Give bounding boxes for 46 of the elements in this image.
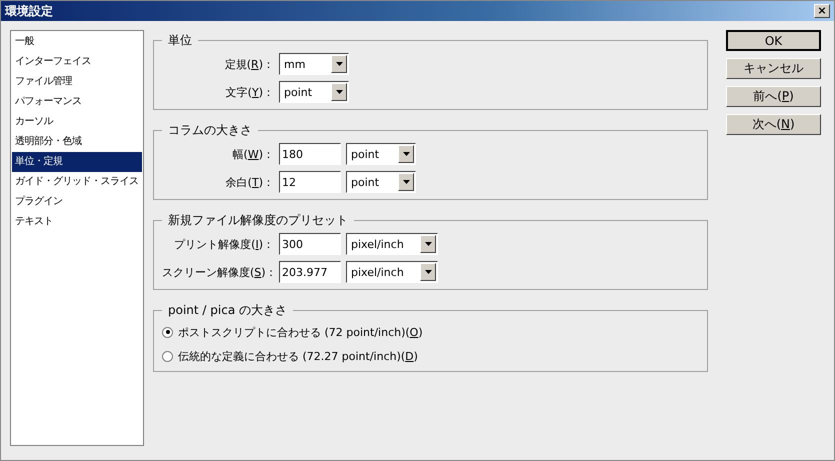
dialog-button[interactable]: 前へ(P) <box>726 86 821 107</box>
dropdown[interactable]: point <box>279 81 349 103</box>
category-item[interactable]: 一般 <box>12 32 142 52</box>
dropdown[interactable]: point <box>346 171 416 193</box>
category-item[interactable]: インターフェイス <box>12 52 142 72</box>
category-item[interactable]: テキスト <box>12 212 142 232</box>
input-field[interactable]: 12 <box>279 171 341 193</box>
input-field[interactable]: 300 <box>279 233 341 255</box>
group-title: コラムの大きさ <box>167 122 253 139</box>
category-item[interactable]: ファイル管理 <box>12 72 142 92</box>
dropdown[interactable]: mm <box>279 53 349 75</box>
caret-icon <box>420 263 436 281</box>
category-item[interactable]: ガイド・グリッド・スライス <box>12 172 142 192</box>
caret-icon <box>331 83 347 101</box>
input-field[interactable]: 180 <box>279 143 341 165</box>
caret-icon <box>420 235 436 253</box>
field-label: プリント解像度(I)： <box>173 236 274 252</box>
dropdown[interactable]: point <box>346 143 416 165</box>
dialog-button[interactable]: OK <box>726 30 821 51</box>
caret-icon <box>398 173 414 191</box>
field-label: 文字(Y)： <box>224 84 274 100</box>
radio-label: ポストスクリプトに合わせる (72 point/inch)(O) <box>178 324 423 340</box>
input-field[interactable]: 203.977 <box>279 261 341 283</box>
category-item[interactable]: パフォーマンス <box>12 92 142 112</box>
field-label: 定規(R)： <box>224 56 274 72</box>
dialog-button[interactable]: キャンセル <box>726 58 821 79</box>
group-title: 単位 <box>167 32 193 49</box>
group-title: 新規ファイル解像度のプリセット <box>167 212 349 229</box>
field-label: 余白(T)： <box>224 174 274 190</box>
field-label: 幅(W)： <box>232 146 274 162</box>
caret-icon <box>331 55 347 73</box>
dialog-button[interactable]: 次へ(N) <box>726 114 821 135</box>
category-item[interactable]: 透明部分・色域 <box>12 132 142 152</box>
close-button[interactable]: × <box>814 4 830 18</box>
group-title: point / pica の大きさ <box>167 302 288 319</box>
category-item[interactable]: 単位・定規 <box>12 152 142 172</box>
dropdown[interactable]: pixel/inch <box>346 261 438 283</box>
category-item[interactable]: カーソル <box>12 112 142 132</box>
radio-button[interactable] <box>162 350 173 362</box>
dropdown[interactable]: pixel/inch <box>346 233 438 255</box>
radio-button[interactable] <box>162 326 173 338</box>
window-title: 環境設定 <box>5 2 53 20</box>
field-label: スクリーン解像度(S)： <box>162 264 274 280</box>
radio-label: 伝統的な定義に合わせる (72.27 point/inch)(D) <box>178 348 418 364</box>
caret-icon <box>398 145 414 163</box>
category-item[interactable]: プラグイン <box>12 192 142 212</box>
